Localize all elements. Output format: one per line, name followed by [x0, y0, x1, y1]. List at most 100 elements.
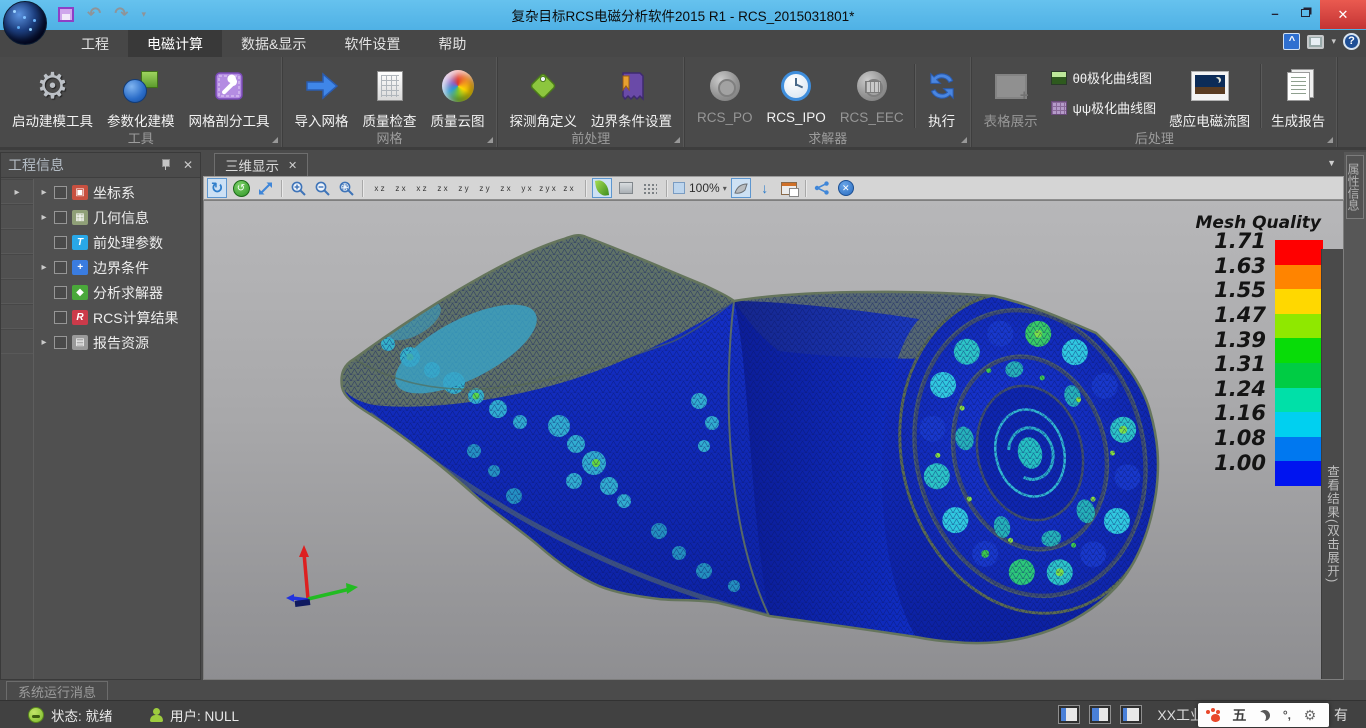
ribbon-group-name[interactable]: 后处理 — [972, 130, 1338, 148]
tree-checkbox[interactable] — [54, 336, 67, 349]
layout-left-panel-button[interactable] — [1058, 705, 1080, 724]
layout-right-panel-button[interactable] — [1120, 705, 1142, 724]
menu-tab-software-settings[interactable]: 软件设置 — [325, 30, 419, 57]
expander-arrow[interactable]: ▸ — [39, 337, 49, 348]
zoom-dropdown-icon[interactable]: ▾ — [723, 184, 727, 193]
theta-polarization-curve-button[interactable]: θθ极化曲线图 — [1051, 68, 1157, 87]
close-view-button[interactable]: ✕ — [836, 178, 856, 198]
view-orientation-button[interactable]: z y x — [537, 184, 558, 193]
layout-split-button[interactable] — [1089, 705, 1111, 724]
monitor-dropdown-icon[interactable]: ▾ — [1331, 36, 1336, 47]
boundary-condition-settings-button[interactable]: 边界条件设置 — [584, 62, 679, 130]
menu-tab-em-computation[interactable]: 电磁计算 — [128, 30, 222, 57]
ime-mode-button[interactable]: 五 — [1232, 705, 1246, 725]
pan-view-button[interactable] — [255, 178, 275, 198]
view-orientation-button[interactable]: z y — [474, 184, 495, 193]
panel-close-icon[interactable]: ✕ — [183, 158, 193, 172]
application-window: ↶ ↷ ▾ 复杂目标RCS电磁分析软件2015 R1 - RCS_2015031… — [0, 0, 1366, 728]
view-orientation-button[interactable]: x z — [369, 184, 390, 193]
tree-item[interactable]: R RCS计算结果 — [34, 305, 200, 330]
tree-item[interactable]: ▸ ▣ 坐标系 — [34, 180, 200, 205]
ime-logo-icon[interactable] — [1211, 714, 1220, 722]
tree-item[interactable]: ▸ ▤ 报告资源 — [34, 330, 200, 355]
view-orientation-button[interactable]: z y — [453, 184, 474, 193]
tree-checkbox[interactable] — [54, 261, 67, 274]
view-orientation-button[interactable]: x z — [411, 184, 432, 193]
start-modeling-tool-button[interactable]: ⚙ 启动建模工具 — [5, 62, 100, 130]
property-info-tab[interactable]: 属性信息 — [1346, 155, 1364, 219]
pin-icon[interactable] — [161, 159, 171, 171]
parametric-modeling-button[interactable]: 参数化建模 — [100, 62, 182, 130]
tree-checkbox[interactable] — [54, 186, 67, 199]
ime-punctuation-button[interactable]: °, — [1283, 708, 1291, 722]
tree-checkbox[interactable] — [54, 311, 67, 324]
legend-values: 1.711.631.551.471.391.311.241.161.081.00 — [1214, 229, 1266, 486]
menu-tab-project[interactable]: 工程 — [62, 30, 128, 57]
strip-expander-cell[interactable]: ▸ — [1, 179, 33, 204]
drop-arrow-button[interactable]: ↓ — [755, 178, 775, 198]
tree-checkbox[interactable] — [54, 211, 67, 224]
zoom-in-button[interactable] — [288, 178, 308, 198]
surface-select-button[interactable] — [731, 178, 751, 198]
spin-view-button[interactable]: ↺ — [231, 178, 251, 198]
system-messages-tab[interactable]: 系统运行消息 — [6, 681, 108, 700]
app-logo-icon[interactable] — [3, 1, 47, 45]
shaded-view-button[interactable] — [592, 178, 612, 198]
ribbon-group-name[interactable]: 求解器 — [685, 130, 971, 148]
ime-settings-gear-icon[interactable]: ⚙ — [1304, 708, 1317, 722]
import-mesh-button[interactable]: 导入网格 — [288, 62, 356, 130]
tree-checkbox[interactable] — [54, 236, 67, 249]
quality-check-button[interactable]: 质量检查 — [356, 62, 424, 130]
moon-icon[interactable] — [1259, 710, 1270, 721]
restore-button[interactable] — [1290, 0, 1320, 26]
generate-report-button[interactable]: 生成报告 — [1264, 62, 1332, 130]
ribbon-group-name[interactable]: 前处理 — [498, 130, 685, 148]
close-button[interactable]: ✕ — [1320, 0, 1366, 29]
probe-angle-define-button[interactable]: 探测角定义 — [503, 62, 585, 130]
mesh-model-3d[interactable] — [204, 201, 1323, 680]
view-orientation-button[interactable]: z x — [558, 184, 579, 193]
tab-3d-display[interactable]: 三维显示 ✕ — [214, 153, 308, 176]
view-orientation-button[interactable]: y x — [516, 184, 537, 193]
points-view-button[interactable] — [640, 178, 660, 198]
tree-item[interactable]: ◆ 分析求解器 — [34, 280, 200, 305]
tree-item[interactable]: ▸ ▦ 几何信息 — [34, 205, 200, 230]
ribbon-group-name[interactable]: 网格 — [283, 130, 497, 148]
tree-item[interactable]: T 前处理参数 — [34, 230, 200, 255]
minimize-button[interactable]: – — [1260, 0, 1290, 26]
view-orientation-button[interactable]: z x — [495, 184, 516, 193]
zoom-fit-button[interactable] — [336, 178, 356, 198]
help-icon[interactable]: ? — [1343, 33, 1360, 50]
quality-cloud-map-button[interactable]: 质量云图 — [424, 62, 492, 130]
viewport-3d[interactable]: Mesh Quality 1.711.631.551.471.391.311.2… — [203, 200, 1344, 680]
tab-list-dropdown-icon[interactable]: ▼ — [1327, 158, 1336, 168]
psi-polarization-curve-button[interactable]: ψψ极化曲线图 — [1051, 98, 1157, 117]
tab-close-icon[interactable]: ✕ — [288, 159, 297, 172]
import-arrow-icon — [304, 62, 340, 110]
rotate-view-button[interactable]: ↻ — [207, 178, 227, 198]
zoom-out-button[interactable] — [312, 178, 332, 198]
collapse-ribbon-icon[interactable]: ^ — [1283, 33, 1300, 50]
rcs-ipo-solver-button[interactable]: RCS_IPO — [760, 62, 833, 125]
view-results-collapsed-panel[interactable]: 查看结果(双击展开) — [1321, 249, 1343, 679]
view-orientation-button[interactable]: z x — [390, 184, 411, 193]
window-capture-button[interactable] — [779, 178, 799, 198]
wireframe-view-button[interactable] — [616, 178, 636, 198]
tree-checkbox[interactable] — [54, 286, 67, 299]
mesh-partition-tool-button[interactable]: 网格剖分工具 — [182, 62, 277, 130]
induced-em-current-map-button[interactable]: 感应电磁流图 — [1162, 62, 1257, 130]
ribbon-group-name[interactable]: 工具 — [0, 130, 282, 148]
view-orientation-button[interactable]: z x — [432, 184, 453, 193]
expander-arrow[interactable]: ▸ — [39, 212, 49, 223]
title-bar[interactable]: ↶ ↷ ▾ 复杂目标RCS电磁分析软件2015 R1 - RCS_2015031… — [0, 0, 1366, 30]
execute-button[interactable]: 执行 — [918, 62, 966, 130]
copyright-text-left: XX工业 — [1157, 701, 1204, 728]
menu-tab-data-display[interactable]: 数据&显示 — [222, 30, 325, 57]
tree-item[interactable]: ▸ + 边界条件 — [34, 255, 200, 280]
expander-arrow[interactable]: ▸ — [39, 262, 49, 273]
monitor-icon[interactable] — [1307, 35, 1324, 49]
menu-tab-help[interactable]: 帮助 — [419, 30, 485, 57]
share-link-button[interactable] — [812, 178, 832, 198]
zoom-level-control[interactable]: 100% ▾ — [673, 178, 727, 198]
expander-arrow[interactable]: ▸ — [39, 187, 49, 198]
